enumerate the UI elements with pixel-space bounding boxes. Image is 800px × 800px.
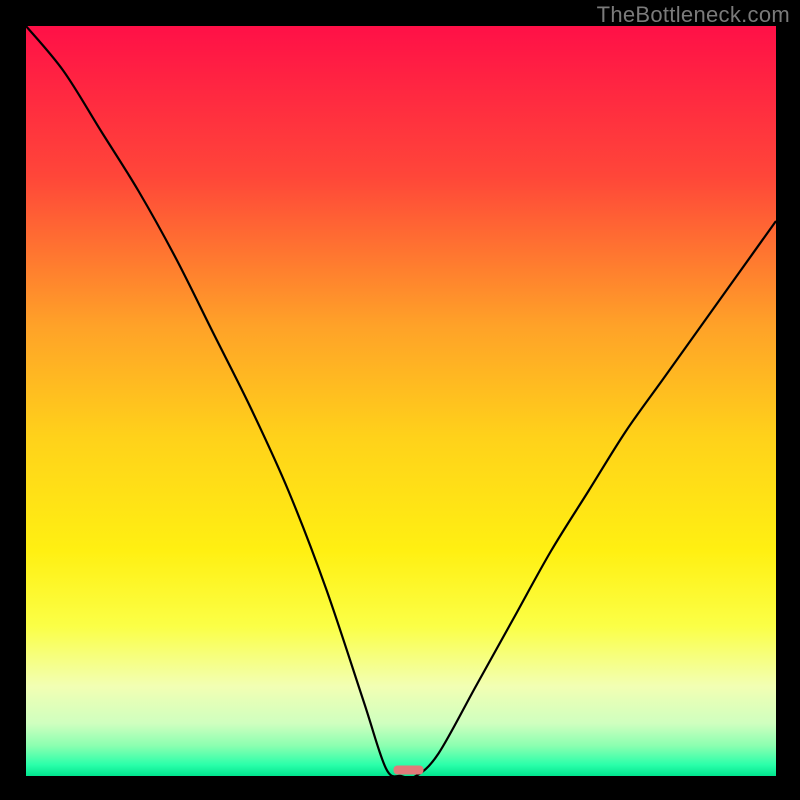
bottleneck-chart bbox=[26, 26, 776, 776]
chart-frame: TheBottleneck.com bbox=[0, 0, 800, 800]
gradient-background bbox=[26, 26, 776, 776]
watermark-text: TheBottleneck.com bbox=[597, 2, 790, 28]
optimum-marker bbox=[394, 766, 424, 775]
